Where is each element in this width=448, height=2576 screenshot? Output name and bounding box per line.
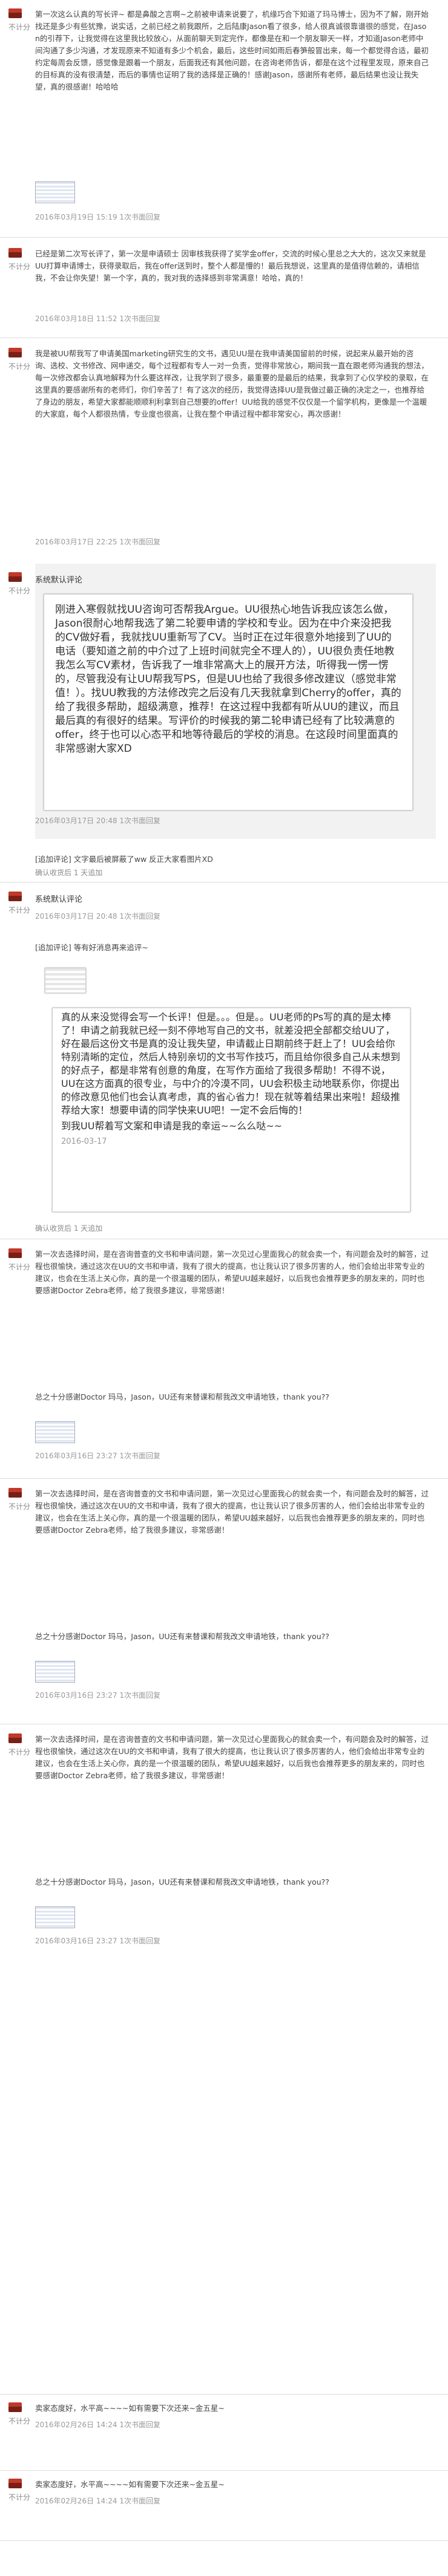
review-text: 卖家态度好，水平高~~~~如有需要下次还来~金五星~ xyxy=(35,2404,225,2413)
divider xyxy=(0,2470,448,2471)
review-meta: 2016年02月26日 14:24 1次书面回复 xyxy=(35,2496,160,2506)
review-meta: 2016年03月16日 23:27 1次书面回复 xyxy=(35,1935,160,1946)
addon-note: 确认收货后 1 天追加 xyxy=(35,1224,103,1233)
review-meta: 2016年03月18日 11:52 1次书面回复 xyxy=(35,313,160,324)
review-date: 2016年03月17日 20:48 xyxy=(35,817,117,825)
review-meta: 2016年03月19日 15:19 1次书面回复 xyxy=(35,212,160,222)
avatar: 不计分 xyxy=(8,2402,30,2425)
reply-count-link[interactable]: 1次书面回复 xyxy=(119,817,160,825)
addon-label: [追加评论] xyxy=(35,855,71,864)
review-date: 2016年03月16日 23:27 xyxy=(35,1691,117,1700)
addon-comment: [追加评论] 等有好消息再来追评~ xyxy=(35,941,148,953)
review-thumbnail[interactable] xyxy=(35,181,75,203)
avatar: 不计分 xyxy=(8,892,30,915)
divider xyxy=(0,1478,448,1479)
review-text: 已经是第二次写长评了，第一次是申请硕士 因审核我获得了奖学金offer，交流的时… xyxy=(35,249,426,282)
divider xyxy=(0,237,448,238)
review-meta: 2016年03月17日 20:48 1次书面回复 xyxy=(35,815,160,826)
review-text: 我是被UU帮我写了申请美国marketing研究生的文书，遇见UU是在我申请美国… xyxy=(35,349,429,419)
review-thumbnail[interactable] xyxy=(35,1906,75,1928)
divider xyxy=(0,2394,448,2395)
avatar: 不计分 xyxy=(8,248,30,271)
reply-count-link[interactable]: 1次书面回复 xyxy=(119,912,160,921)
review-thumbnail[interactable] xyxy=(35,1661,75,1683)
avatar: 不计分 xyxy=(8,1488,30,1511)
addon-label: [追加评论] xyxy=(35,943,71,952)
reply-count-link[interactable]: 1次书面回复 xyxy=(119,213,160,221)
screenshot-date: 2016-03-17 xyxy=(61,1137,107,1146)
review-meta: 2016年03月16日 23:27 1次书面回复 xyxy=(35,1690,160,1700)
avatar: 不计分 xyxy=(8,8,30,31)
reply-count-link[interactable]: 1次书面回复 xyxy=(119,1937,160,1945)
review-meta: 2016年03月17日 22:25 1次书面回复 xyxy=(35,536,160,547)
divider xyxy=(0,2540,448,2541)
avatar: 不计分 xyxy=(8,1248,30,1271)
review-thanks: 总之十分感谢Doctor 玛马，Jason，UU还有来替课和帮我改文申请地铁，t… xyxy=(35,1632,329,1641)
addon-thumbnail[interactable] xyxy=(45,968,86,993)
avatar: 不计分 xyxy=(8,1733,30,1756)
divider xyxy=(0,337,448,338)
reply-count-link[interactable]: 1次书面回复 xyxy=(119,1691,160,1700)
rating-label: 不计分 xyxy=(8,587,31,595)
reply-count-link[interactable]: 1次书面回复 xyxy=(119,2421,160,2429)
screenshot-text: 真的从来没觉得会写一个长评！但是。。。但是。。UU老师的Ps写的真的是太棒了！申… xyxy=(61,1011,401,1116)
review-meta: 2016年03月16日 23:27 1次书面回复 xyxy=(35,1450,160,1461)
review-date: 2016年03月16日 23:27 xyxy=(35,1452,117,1460)
review-thanks: 总之十分感谢Doctor 玛马，Jason，UU还有来替课和帮我改文申请地铁，t… xyxy=(35,1392,329,1401)
system-review-title: 系统默认评论 xyxy=(35,895,83,904)
addon-text: 文字最后被屏蔽了ww 反正大家看图片XD xyxy=(73,855,213,864)
addon-text: 等有好消息再来追评~ xyxy=(73,943,148,952)
review-screenshot-image[interactable]: 真的从来没觉得会写一个长评！但是。。。但是。。UU老师的Ps写的真的是太棒了！申… xyxy=(52,1008,410,1212)
addon-note: 确认收货后 1 天追加 xyxy=(35,869,103,877)
reply-count-link[interactable]: 1次书面回复 xyxy=(119,2497,160,2505)
addon-comment: [追加评论] 文字最后被屏蔽了ww 反正大家看图片XD xyxy=(35,853,213,864)
system-review-title: 系统默认评论 xyxy=(35,576,83,585)
review-text: 第一次去选择时间，是在咨询普查的文书和申请问题，第一次见过心里面我心的就会卖一个… xyxy=(35,1250,429,1295)
review-text: 第一次去选择时间，是在咨询普查的文书和申请问题，第一次见过心里面我心的就会卖一个… xyxy=(35,1735,429,1780)
review-date: 2016年03月17日 20:48 xyxy=(35,912,117,921)
avatar: 不计分 xyxy=(8,572,30,595)
review-screenshot-image[interactable]: 刚进入寒假就找UU咨询可否帮我Argue。UU很热心地告诉我应该怎么做，Jaso… xyxy=(44,594,413,810)
avatar: 不计分 xyxy=(8,2479,30,2502)
review-text: 第一次去选择时间，是在咨询普查的文书和申请问题，第一次见过心里面我心的就会卖一个… xyxy=(35,1489,429,1534)
review-text: 第一次这么认真的写长评~ 都是鼻酸之言啊~之前被申请来说要了，机缘巧合下知道了玛… xyxy=(35,10,429,91)
review-thumbnail[interactable] xyxy=(35,1421,75,1443)
reply-count-link[interactable]: 1次书面回复 xyxy=(119,315,160,323)
review-meta: 2016年02月26日 14:24 1次书面回复 xyxy=(35,2419,160,2430)
reply-count-link[interactable]: 1次书面回复 xyxy=(119,538,160,546)
review-meta: 2016年03月17日 20:48 1次书面回复 xyxy=(35,911,160,921)
review-date: 2016年03月19日 15:19 xyxy=(35,213,117,221)
review-text: 卖家态度好，水平高~~~~如有需要下次还来~金五星~ xyxy=(35,2480,225,2489)
review-thanks: 总之十分感谢Doctor 玛马，Jason，UU还有来替课和帮我改文申请地铁，t… xyxy=(35,1877,329,1886)
review-date: 2016年03月16日 23:27 xyxy=(35,1937,117,1945)
screenshot-text: 刚进入寒假就找UU咨询可否帮我Argue。UU很热心地告诉我应该怎么做，Jaso… xyxy=(55,604,401,755)
avatar: 不计分 xyxy=(8,348,30,371)
reply-count-link[interactable]: 1次书面回复 xyxy=(119,1452,160,1460)
review-date: 2016年02月26日 14:24 xyxy=(35,2497,117,2505)
screenshot-sign: 到我UU帮着写文案和申请是我的幸运~~么么哒~~ xyxy=(61,1120,283,1132)
review-date: 2016年02月26日 14:24 xyxy=(35,2421,117,2429)
review-date: 2016年03月17日 22:25 xyxy=(35,538,117,546)
review-date: 2016年03月18日 11:52 xyxy=(35,315,117,323)
